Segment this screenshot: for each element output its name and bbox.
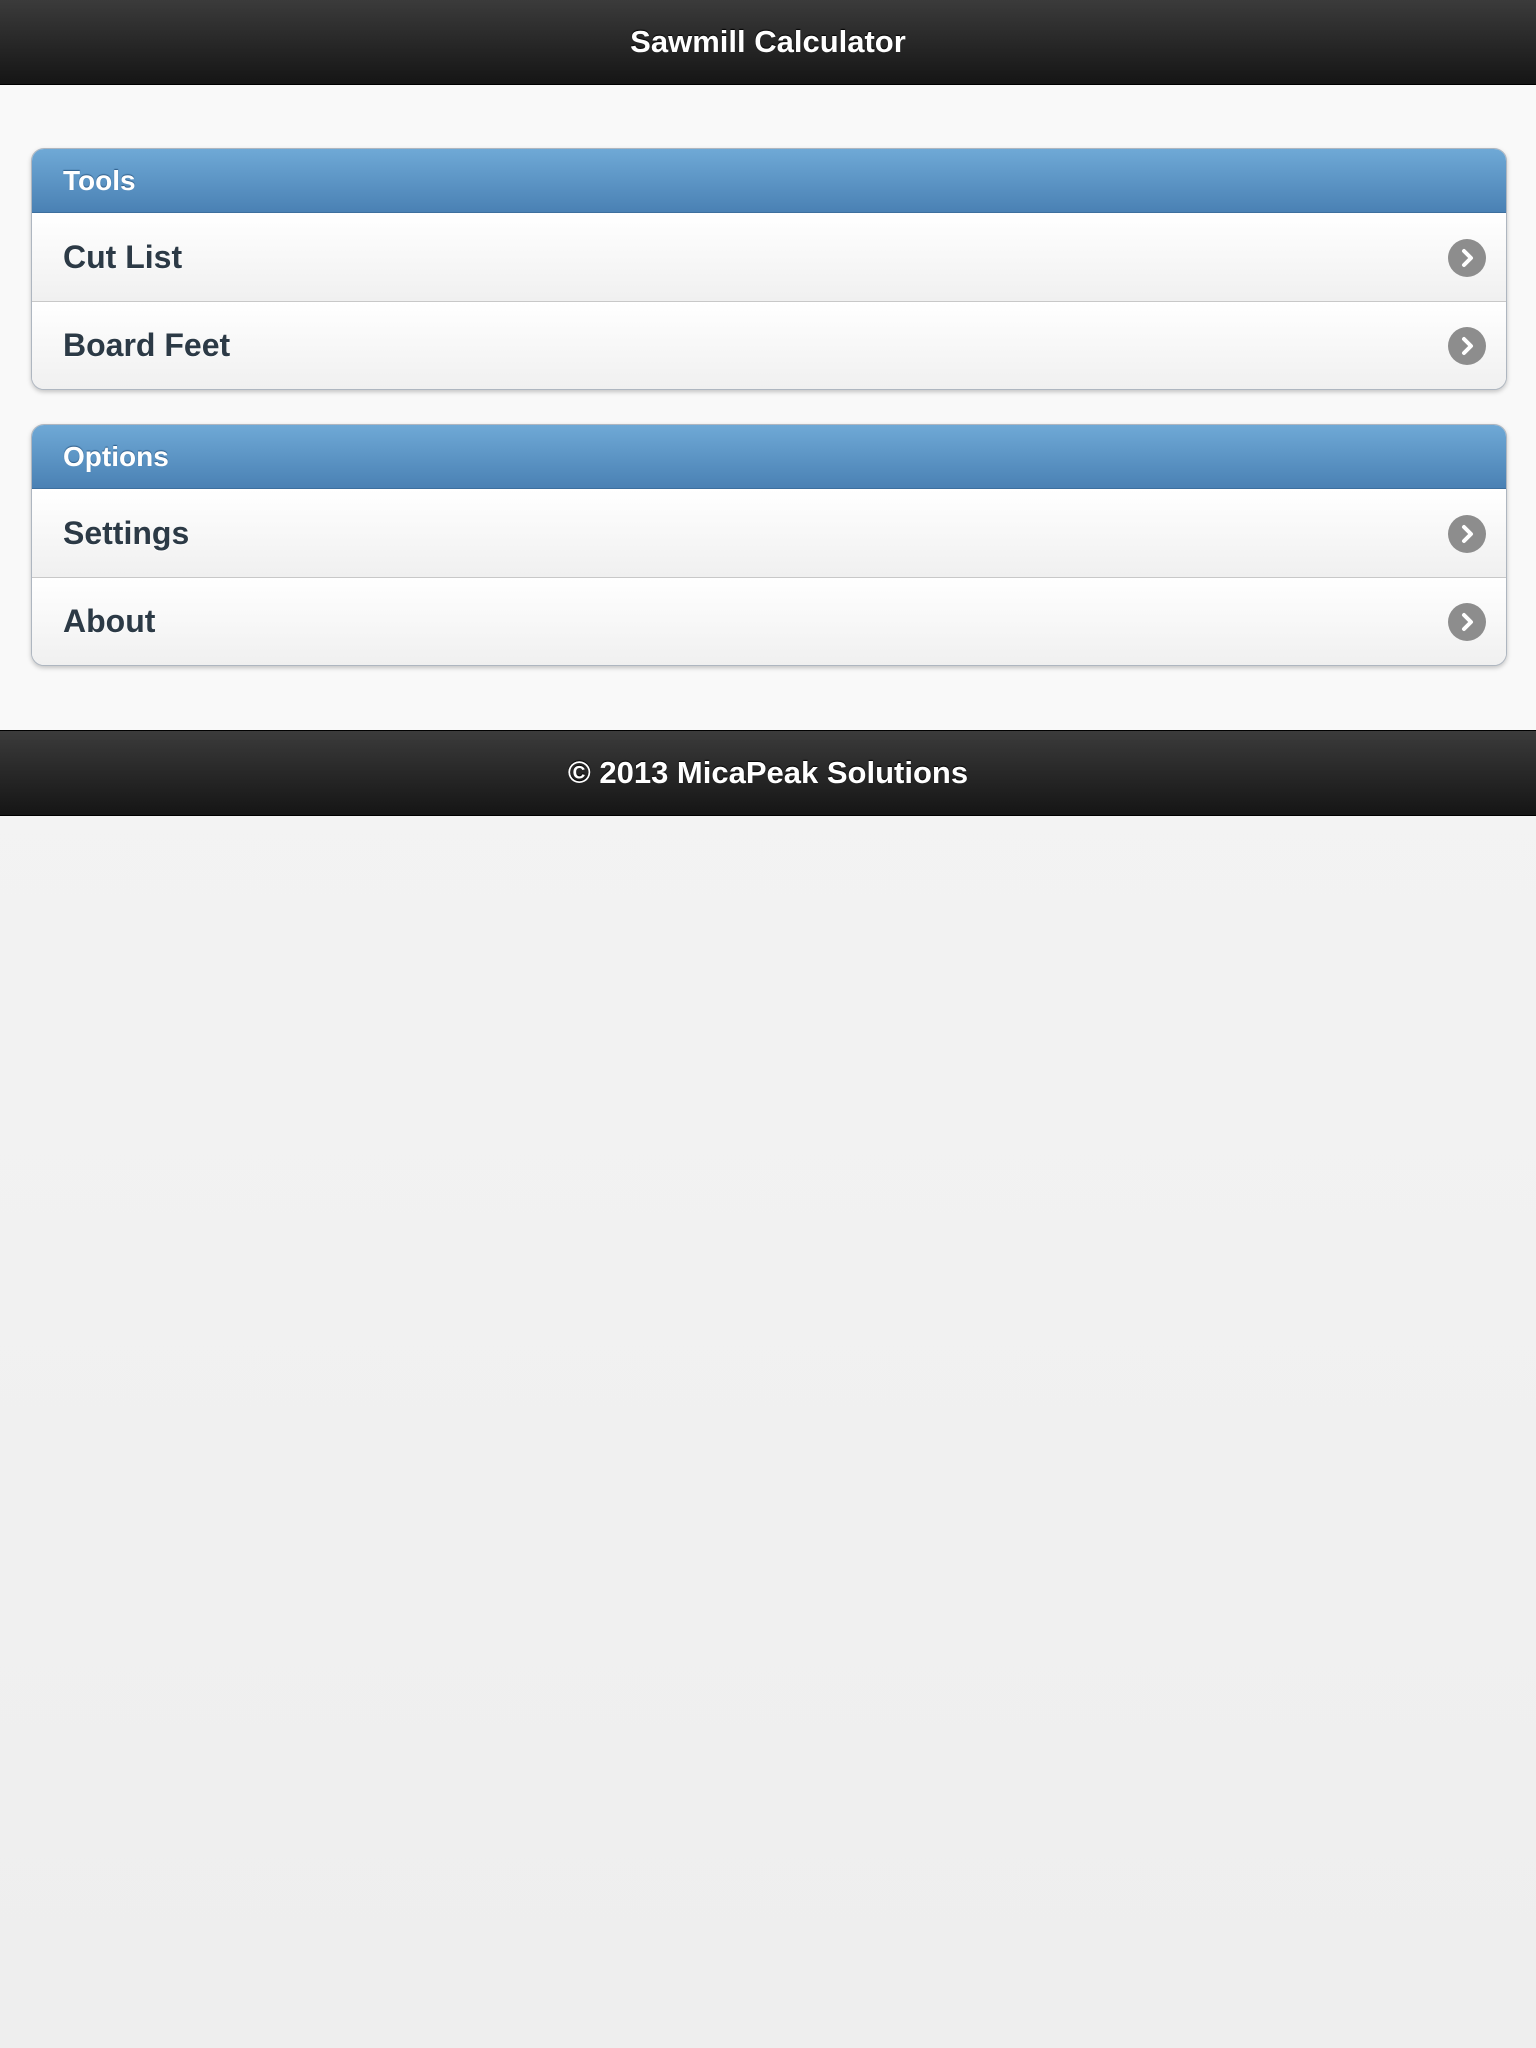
chevron-right-circle-icon bbox=[1448, 238, 1486, 277]
list-item-about[interactable]: About bbox=[32, 577, 1506, 665]
chevron-right-circle-icon bbox=[1448, 602, 1486, 641]
page-title: Sawmill Calculator bbox=[630, 24, 906, 59]
about-label: About bbox=[63, 603, 156, 639]
board-feet-label: Board Feet bbox=[63, 327, 231, 363]
main-content: Tools Cut List Board Feet Options Settin… bbox=[0, 85, 1536, 730]
app-header: Sawmill Calculator bbox=[0, 0, 1536, 85]
chevron-right-circle-icon bbox=[1448, 326, 1486, 365]
tools-group-label: Tools bbox=[63, 164, 136, 196]
app-footer: © 2013 MicaPeak Solutions bbox=[0, 730, 1536, 816]
options-group: Options Settings About bbox=[31, 424, 1507, 666]
tools-group-header: Tools bbox=[32, 149, 1506, 213]
options-group-label: Options bbox=[63, 440, 169, 472]
chevron-right-circle-icon bbox=[1448, 514, 1486, 553]
options-group-header: Options bbox=[32, 425, 1506, 489]
copyright-text: © 2013 MicaPeak Solutions bbox=[567, 755, 969, 790]
tools-group: Tools Cut List Board Feet bbox=[31, 148, 1507, 390]
list-item-cut-list[interactable]: Cut List bbox=[32, 213, 1506, 301]
list-item-board-feet[interactable]: Board Feet bbox=[32, 301, 1506, 389]
cut-list-label: Cut List bbox=[63, 239, 183, 275]
list-item-settings[interactable]: Settings bbox=[32, 489, 1506, 577]
settings-label: Settings bbox=[63, 515, 190, 551]
